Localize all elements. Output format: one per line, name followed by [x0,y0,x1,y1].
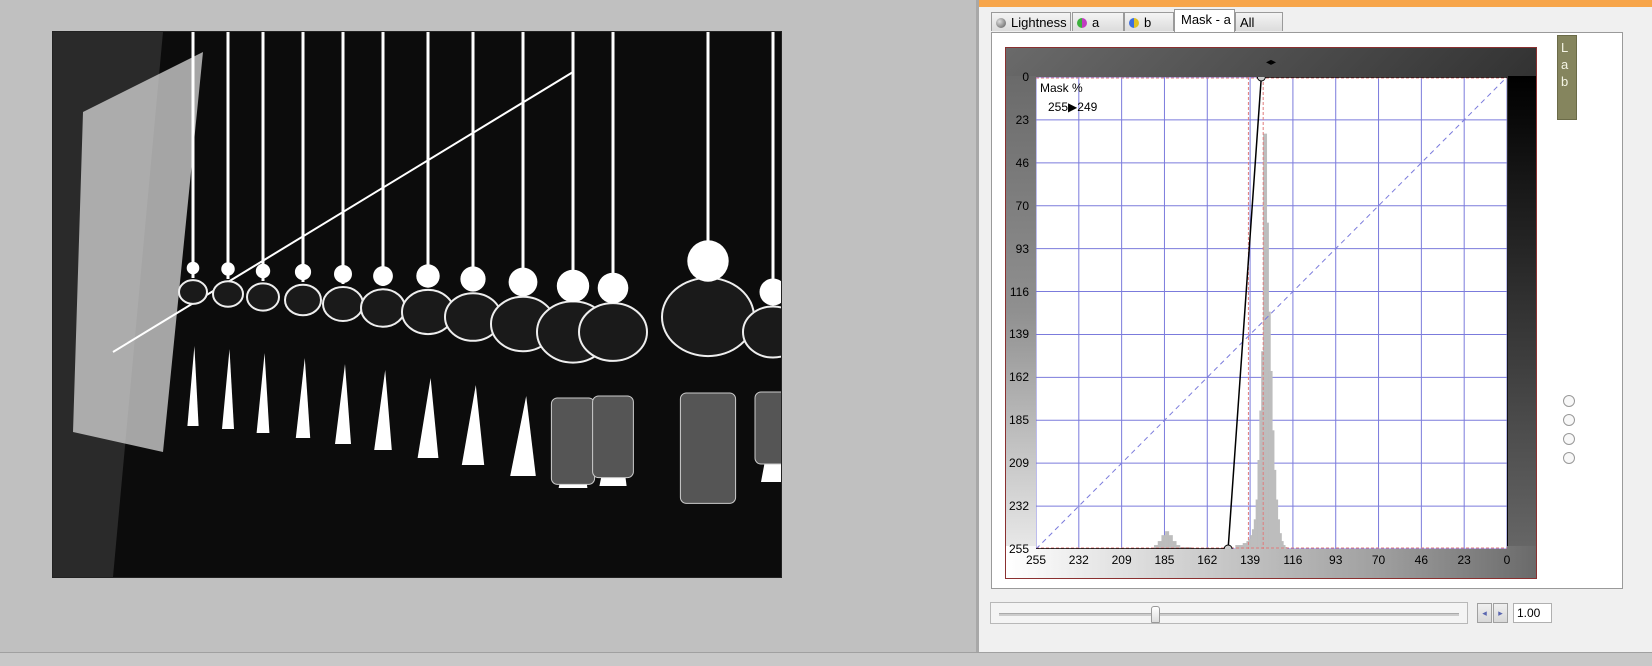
input-gradient-bar [1006,76,1036,548]
y-tick-label: 0 [1022,70,1029,84]
chime-knot [186,261,200,275]
histogram-bar [1165,531,1170,549]
a-channel-sphere-icon [1077,18,1087,28]
curve-control-point [1223,544,1233,554]
chime-tag [550,397,596,485]
top-handle-arrow-icon[interactable]: ◂▸ [1266,57,1276,68]
status-strip [0,652,1652,666]
histogram-bar [1161,535,1166,549]
chime-tag [679,392,737,504]
x-tick-label: 232 [1068,553,1089,567]
curve-plot[interactable] [1035,72,1508,554]
info-line-a: a [1561,57,1569,72]
chime-bell [212,280,244,308]
x-tick-label: 139 [1240,553,1261,567]
image-viewport[interactable] [0,0,976,665]
arrow-right-icon: ▸ [1498,608,1503,618]
tab-mask-a[interactable]: Mask - a [1174,9,1235,32]
curve-svg[interactable] [1035,72,1508,554]
chime-knot [294,263,312,281]
arrow-left-icon: ◂ [1482,608,1487,618]
y-tick-label: 162 [1008,370,1029,385]
mask-percent-label: Mask % [1040,81,1083,95]
mask-range-to: 249 [1077,100,1098,114]
tab-a[interactable]: a [1072,12,1124,31]
chime-knot [460,266,486,292]
arrow-right-icon: ▶ [1068,100,1078,114]
chime-bell [178,279,208,305]
option-radio-2[interactable] [1563,414,1575,426]
chime-knot [221,262,235,276]
x-tick-label: 116 [1283,553,1303,567]
slider-thumb[interactable] [1150,606,1160,623]
wind-chimes-photo [53,32,781,577]
chime-bell [661,276,755,358]
y-tick-label: 46 [1015,155,1029,170]
x-tick-label: 162 [1197,553,1218,567]
y-tick-label: 209 [1008,456,1029,471]
chime-bell [322,286,364,322]
info-line-l: L [1561,40,1569,55]
x-tick-label: 23 [1457,553,1471,567]
chime-knot [687,240,729,282]
y-tick-label: 232 [1008,499,1029,514]
x-tick-label: 0 [1503,553,1511,567]
y-tick-label: 116 [1009,284,1029,299]
gamma-value-field[interactable]: 1.00 [1513,603,1552,623]
tab-label: All [1240,15,1255,30]
gamma-slider[interactable] [990,602,1468,624]
tab-b[interactable]: b [1124,12,1174,31]
chime-knot [334,265,352,283]
lightness-sphere-icon [996,18,1006,28]
output-gradient-bar [1508,76,1536,548]
mask-range-readout: 255▶249 [1048,100,1097,114]
y-tick-label: 23 [1015,112,1029,127]
chime-bell [578,302,648,362]
chime-knot [373,266,393,286]
chime-knot [416,264,440,288]
chime-knot [508,267,538,297]
tab-label: Lightness [1011,15,1067,30]
decrement-button[interactable]: ◂ [1477,603,1492,623]
b-channel-sphere-icon [1129,18,1139,28]
increment-button[interactable]: ▸ [1493,603,1508,623]
chime-tag [592,395,634,479]
curve-control-point [1256,72,1266,82]
x-tick-label: 255 [1025,553,1047,567]
chime-bell [284,283,322,317]
option-radio-1[interactable] [1563,395,1575,407]
x-tick-label: 209 [1111,553,1132,567]
chime-bell [246,282,280,312]
lab-info-panel: L a b [1557,35,1577,120]
slider-track[interactable] [999,613,1459,616]
chime-knot [255,263,271,279]
tab-label: Mask - a [1181,12,1231,27]
panel-header-strip [979,0,1652,7]
histogram-bar [1168,535,1173,549]
mask-range-from: 255 [1048,100,1069,114]
chime-bell [360,288,406,328]
x-tick-label: 46 [1414,553,1429,567]
x-tick-label: 93 [1329,553,1343,567]
x-tick-label: 185 [1154,553,1175,567]
mask-preview-image[interactable] [52,31,782,578]
option-radio-4[interactable] [1563,452,1575,464]
chime-knot [556,269,590,303]
y-tick-label: 70 [1015,198,1029,213]
y-tick-label: 93 [1015,241,1029,256]
chime-knot [597,272,629,304]
y-tick-label: 185 [1008,413,1029,428]
x-tick-label: 70 [1371,553,1386,567]
chime-tag [754,391,781,465]
tab-label: a [1092,15,1100,30]
info-line-b: b [1561,74,1569,89]
y-tick-label: 139 [1008,327,1029,342]
tab-all[interactable]: All [1235,12,1283,31]
tab-lightness[interactable]: Lightness [991,12,1071,31]
tab-label: b [1144,15,1152,30]
option-radio-3[interactable] [1563,433,1575,445]
